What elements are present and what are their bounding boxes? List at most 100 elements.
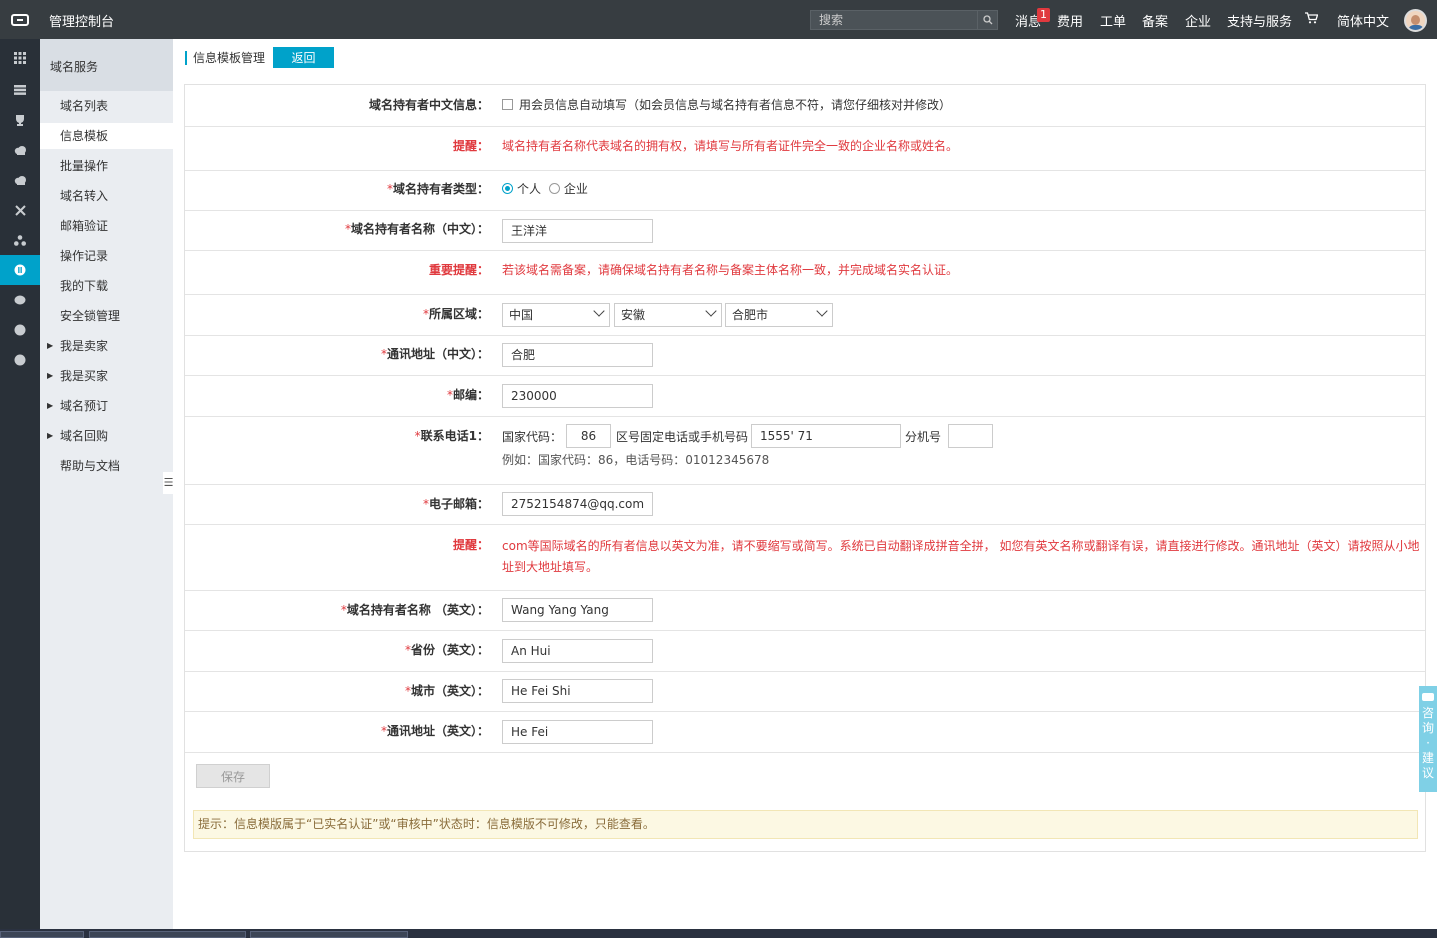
phone-label: *联系电话1： [414, 429, 489, 443]
os-taskbar [0, 929, 1437, 938]
radio-individual[interactable]: 个人 [502, 182, 541, 196]
sidebar-item-buyback[interactable]: 域名回购 [40, 423, 173, 449]
sidebar-item-info-template[interactable]: 信息模板 [40, 123, 173, 149]
top-bar: 管理控制台 消息 1 费用 工单 备案 企业 支持与服务 简体中文 [0, 0, 1437, 39]
country-select[interactable]: 中国 [502, 303, 610, 327]
postcode-label: *邮编： [446, 388, 489, 402]
country-code-input[interactable]: 86 [566, 424, 611, 448]
app-title[interactable]: 管理控制台 [49, 11, 114, 30]
address-en-input[interactable]: He Fei [502, 720, 653, 744]
sidebar-item-transfer-in[interactable]: 域名转入 [40, 183, 173, 209]
city-en-label: *城市（英文）： [404, 684, 489, 698]
feedback-tab[interactable]: 咨 询 · 建 议 [1419, 686, 1437, 792]
network-icon[interactable] [0, 225, 40, 255]
nav-enterprise[interactable]: 企业 [1185, 11, 1211, 30]
address-en-label: *通讯地址（英文）： [380, 724, 489, 738]
form-row-postcode: *邮编： 230000 [185, 376, 1425, 417]
server-icon[interactable] [0, 75, 40, 105]
chat-icon [1422, 693, 1434, 701]
city-select[interactable]: 合肥市 [725, 303, 833, 327]
form-row-region: *所属区域： 中国 安徽 合肥市 [185, 295, 1425, 336]
sidebar-item-buyer[interactable]: 我是买家 [40, 363, 173, 389]
search-box [810, 10, 998, 30]
extension-input[interactable] [948, 424, 993, 448]
taskbar-item[interactable] [89, 931, 246, 938]
form-row-cn-info: 域名持有者中文信息： 用会员信息自动填写（如会员信息与域名持有者信息不符，请您仔… [185, 85, 1425, 127]
sidebar-item-batch[interactable]: 批量操作 [40, 153, 173, 179]
owner-name-cn-input[interactable]: 王洋洋 [502, 219, 653, 243]
owner-name-en-label: *域名持有者名称 （英文）： [340, 603, 489, 617]
tip2-label: 重要提醒： [428, 263, 489, 277]
owner-type-radios: 个人 企业 [502, 180, 588, 197]
back-button[interactable]: 返回 [273, 47, 334, 68]
radio-empty-icon[interactable] [548, 183, 560, 194]
form-row-tip2: 重要提醒： 若该域名需备案，请确保域名持有者名称与备案主体名称一致，并完成域名实… [185, 251, 1425, 295]
cloud-upload-icon[interactable] [0, 165, 40, 195]
cloud-icon[interactable] [0, 135, 40, 165]
save-button[interactable]: 保存 [196, 764, 270, 788]
grid-icon[interactable] [0, 43, 40, 73]
radio-enterprise[interactable]: 企业 [548, 182, 588, 196]
feedback-char: · [1426, 736, 1430, 750]
email-input[interactable]: 2752154874@qq.com [502, 492, 653, 516]
sidebar-item-operation-log[interactable]: 操作记录 [40, 243, 173, 269]
province-en-input[interactable]: An Hui [502, 639, 653, 663]
sidebar-item-seller[interactable]: 我是卖家 [40, 333, 173, 359]
phone-number-input[interactable]: 1555' 71 [751, 424, 901, 448]
owner-type-label: *域名持有者类型： [386, 182, 489, 196]
icon-rail [0, 39, 40, 929]
cart-icon[interactable] [1305, 12, 1319, 28]
taskbar-item[interactable] [250, 931, 408, 938]
feedback-char: 议 [1421, 766, 1434, 780]
sidebar-item-domain-list[interactable]: 域名列表 [40, 93, 173, 119]
checkbox-icon[interactable] [502, 99, 513, 110]
email-label: *电子邮箱： [422, 497, 489, 511]
message-count-badge: 1 [1037, 8, 1050, 22]
tools-icon[interactable] [0, 195, 40, 225]
postcode-input[interactable]: 230000 [502, 384, 653, 408]
taskbar-item[interactable] [0, 931, 84, 938]
nav-tickets[interactable]: 工单 [1100, 11, 1126, 30]
domain-icon[interactable] [0, 255, 40, 285]
sidebar-item-email-verify[interactable]: 邮箱验证 [40, 213, 173, 239]
page-title: 信息模板管理 [185, 51, 265, 65]
owner-name-en-input[interactable]: Wang Yang Yang [502, 598, 653, 622]
trophy-icon[interactable] [0, 105, 40, 135]
console-logo-icon[interactable] [0, 0, 40, 39]
autofill-checkbox-label: 用会员信息自动填写（如会员信息与域名持有者信息不符，请您仔细核对并修改） [519, 98, 952, 112]
search-input[interactable] [811, 11, 979, 29]
template-hint: 提示：信息模版属于“已实名认证”或“审核中”状态时：信息模版不可修改，只能查看。 [193, 810, 1418, 839]
cn-info-label: 域名持有者中文信息： [368, 98, 489, 112]
sidebar-item-security-lock[interactable]: 安全锁管理 [40, 303, 173, 329]
form-row-owner-type: *域名持有者类型： 个人 企业 [185, 171, 1425, 211]
sidebar-item-help-docs[interactable]: 帮助与文档 [40, 453, 173, 479]
nav-language[interactable]: 简体中文 [1337, 11, 1389, 30]
form-row-email: *电子邮箱： 2752154874@qq.com [185, 485, 1425, 525]
autofill-checkbox[interactable]: 用会员信息自动填写（如会员信息与域名持有者信息不符，请您仔细核对并修改） [502, 96, 951, 113]
sidebar-item-preorder[interactable]: 域名预订 [40, 393, 173, 419]
form-row-address-cn: *通讯地址（中文）： 合肥 [185, 336, 1425, 376]
nav-billing[interactable]: 费用 [1057, 11, 1083, 30]
storage-icon[interactable] [0, 285, 40, 315]
tip2-text: 若该域名需备案，请确保域名持有者名称与备案主体名称一致，并完成域名实名认证。 [502, 263, 959, 277]
search-icon[interactable] [977, 11, 997, 29]
form-row-phone: *联系电话1： 国家代码： 86 区号固定电话或手机号码 1555' 71 分机… [185, 417, 1425, 485]
tip3-text: com等国际域名的所有者信息以英文为准，请不要缩写或简写。系统已自动翻译成拼音全… [502, 539, 1420, 574]
user-avatar[interactable] [1404, 9, 1427, 32]
circle-icon[interactable] [0, 345, 40, 375]
region-label: *所属区域： [422, 307, 489, 321]
tip3-label: 提醒： [452, 538, 489, 552]
template-form: 域名持有者中文信息： 用会员信息自动填写（如会员信息与域名持有者信息不符，请您仔… [184, 84, 1426, 852]
sidebar: 域名服务 域名列表 信息模板 批量操作 域名转入 邮箱验证 操作记录 我的下载 … [40, 39, 173, 929]
radio-selected-icon[interactable] [502, 183, 513, 194]
nav-support[interactable]: 支持与服务 [1227, 11, 1292, 30]
chevron-down-icon [705, 305, 717, 317]
city-en-input[interactable]: He Fei Shi [502, 679, 653, 703]
form-row-address-en: *通讯地址（英文）： He Fei [185, 712, 1425, 753]
sidebar-item-downloads[interactable]: 我的下载 [40, 273, 173, 299]
nav-filing[interactable]: 备案 [1142, 11, 1168, 30]
circle-icon[interactable] [0, 315, 40, 345]
address-cn-input[interactable]: 合肥 [502, 343, 653, 367]
sidebar-collapse-icon[interactable]: ☰ [163, 472, 174, 494]
province-select[interactable]: 安徽 [614, 303, 722, 327]
